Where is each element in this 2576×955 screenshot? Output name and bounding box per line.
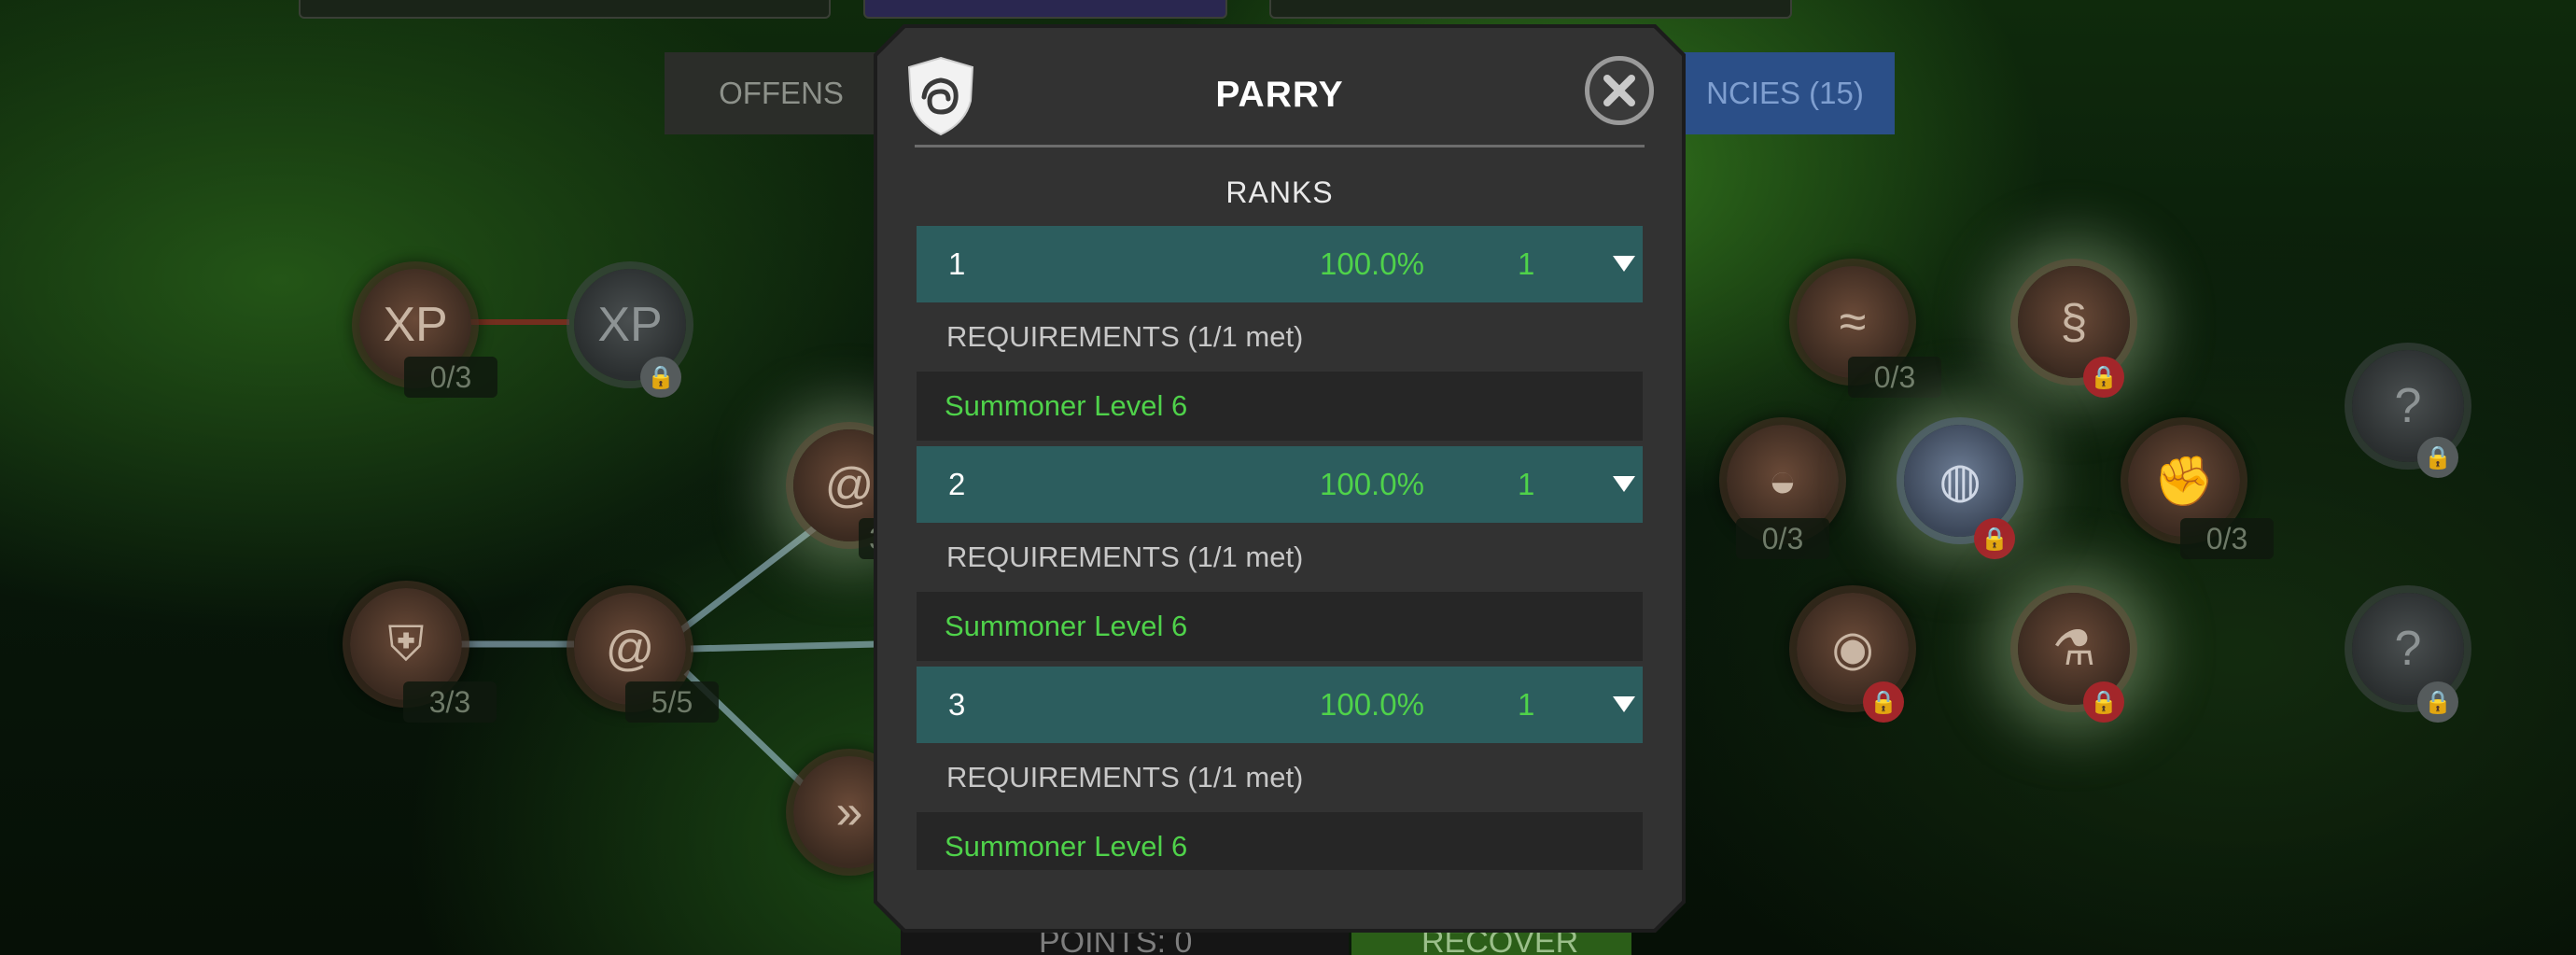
requirement-item: Summoner Level 6 (917, 592, 1643, 661)
requirement-item: Summoner Level 6 (917, 372, 1643, 441)
lock-icon: 🔒 (1974, 518, 2015, 559)
unknown-symbol: ? (2394, 379, 2422, 433)
requirement-item: Summoner Level 6 (917, 812, 1643, 870)
requirements-label: REQUIREMENTS (1/1 met) (946, 761, 1304, 793)
unknown-symbol: ? (2394, 622, 2422, 676)
lock-icon: 🔒 (640, 357, 681, 398)
rank-cost: 1 (1518, 246, 1535, 281)
rank-number: 2 (948, 467, 966, 501)
close-button[interactable] (1585, 56, 1654, 125)
title-divider (915, 145, 1645, 147)
parry-modal: PARRY RANKS 1 100.0% 1 REQUIREMENTS (1/1… (877, 28, 1682, 929)
rank-percent: 100.0% (1320, 246, 1424, 281)
node-count: 0/3 (1848, 357, 1941, 398)
close-icon (1603, 75, 1635, 106)
node-count: 0/3 (1736, 518, 1829, 559)
lock-icon: 🔒 (2083, 681, 2124, 723)
rank-list[interactable]: 1 100.0% 1 REQUIREMENTS (1/1 met) Summon… (917, 226, 1643, 870)
node-count: 3/3 (403, 681, 497, 723)
modal-title: PARRY (1215, 75, 1344, 115)
chevron-down-icon (1613, 696, 1635, 712)
lock-icon: 🔒 (1863, 681, 1904, 723)
lock-icon: 🔒 (2083, 357, 2124, 398)
rank-percent: 100.0% (1320, 467, 1424, 501)
rank-row-2[interactable]: 2 100.0% 1 (917, 446, 1643, 523)
xp-label: XP (597, 298, 663, 352)
rank-cost: 1 (1518, 467, 1535, 501)
rank-number: 1 (948, 246, 966, 281)
node-count: 0/3 (2180, 518, 2274, 559)
node-count: 0/3 (404, 357, 497, 398)
node-count: 5/5 (625, 681, 719, 723)
requirements-label: REQUIREMENTS (1/1 met) (946, 320, 1304, 353)
rank-percent: 100.0% (1320, 687, 1424, 722)
requirements-label: REQUIREMENTS (1/1 met) (946, 541, 1304, 573)
ranks-heading: RANKS (1225, 176, 1334, 209)
xp-label: XP (383, 298, 448, 352)
rank-row-1[interactable]: 1 100.0% 1 (917, 226, 1643, 302)
lock-icon: 🔒 (2417, 681, 2458, 723)
chevron-down-icon (1613, 476, 1635, 492)
lock-icon: 🔒 (2417, 437, 2458, 478)
chevron-down-icon (1613, 256, 1635, 272)
rank-number: 3 (948, 687, 966, 722)
rank-cost: 1 (1518, 687, 1535, 722)
rank-row-3[interactable]: 3 100.0% 1 (917, 667, 1643, 743)
